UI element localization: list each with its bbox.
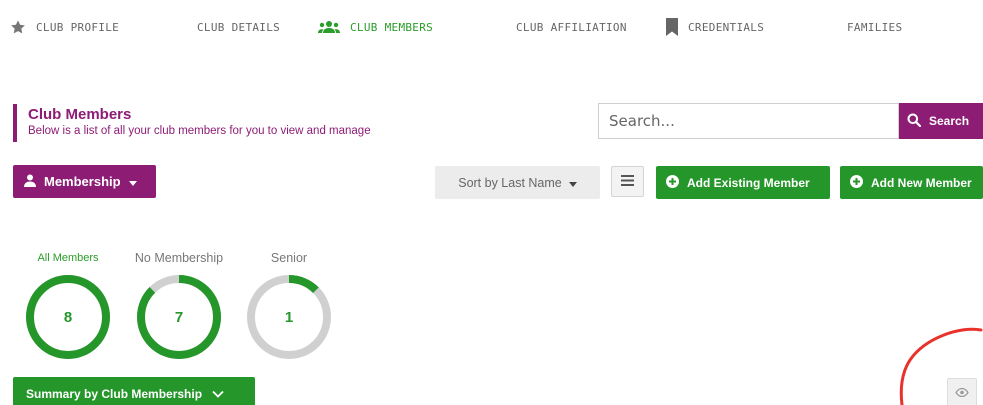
star-icon: [10, 19, 26, 35]
tab-club-profile[interactable]: CLUB PROFILE: [10, 18, 119, 36]
stat-no-membership[interactable]: No Membership 7: [129, 250, 229, 360]
list-view-button[interactable]: [611, 166, 644, 197]
page-subtitle: Below is a list of all your club members…: [28, 125, 371, 137]
stat-value: 7: [175, 309, 183, 326]
search-icon: [907, 113, 922, 130]
tab-credentials[interactable]: CREDENTIALS: [666, 18, 764, 36]
tab-families[interactable]: FAMILIES: [847, 18, 902, 36]
page-heading: Club Members Below is a list of all your…: [13, 104, 371, 142]
users-icon: [318, 20, 340, 34]
plus-circle-icon: [850, 174, 863, 191]
membership-label: Membership: [44, 174, 121, 189]
add-existing-member-button[interactable]: Add Existing Member: [656, 166, 830, 199]
stat-label: No Membership: [134, 251, 224, 265]
search-button[interactable]: Search: [899, 103, 983, 139]
membership-dropdown-button[interactable]: Membership: [13, 165, 156, 198]
chevron-down-icon: [212, 387, 224, 401]
caret-down-icon: [128, 174, 137, 189]
add-new-label: Add New Member: [871, 175, 972, 190]
tab-label: CLUB DETAILS: [197, 20, 281, 34]
user-icon: [24, 174, 36, 190]
caret-down-icon: [568, 176, 577, 190]
tab-label: CLUB AFFILIATION: [516, 20, 627, 34]
stat-ring: 1: [247, 275, 331, 359]
stat-ring: 7: [137, 275, 221, 359]
club-tabs-nav: CLUB PROFILE CLUB DETAILS CLUB MEMBERS C…: [0, 0, 983, 52]
list-icon: [621, 173, 634, 191]
stat-ring: 8: [26, 275, 110, 359]
stat-all-members[interactable]: All Members 8: [18, 250, 118, 360]
tab-label: CLUB PROFILE: [36, 20, 120, 34]
tab-club-details[interactable]: CLUB DETAILS: [197, 18, 280, 36]
stat-value: 8: [64, 309, 72, 326]
sort-label: Sort by Last Name: [458, 175, 562, 190]
sort-dropdown[interactable]: Sort by Last Name: [435, 166, 600, 199]
add-new-member-button[interactable]: Add New Member: [840, 166, 983, 199]
plus-circle-icon: [666, 174, 679, 191]
stat-senior[interactable]: Senior 1: [239, 250, 339, 360]
stat-value: 1: [285, 309, 293, 326]
annotation-circle-mark: [899, 327, 983, 405]
tab-label: FAMILIES: [847, 20, 903, 34]
search-button-label: Search: [929, 114, 970, 128]
stat-label: All Members: [37, 252, 99, 264]
summary-by-membership-button[interactable]: Summary by Club Membership: [13, 377, 255, 405]
bookmark-icon: [666, 18, 678, 36]
tab-label: CREDENTIALS: [688, 20, 765, 34]
search-input[interactable]: [598, 103, 899, 139]
tab-club-affiliation[interactable]: CLUB AFFILIATION: [516, 18, 627, 36]
add-existing-label: Add Existing Member: [687, 175, 810, 190]
summary-label: Summary by Club Membership: [26, 386, 203, 401]
tab-club-members[interactable]: CLUB MEMBERS: [318, 18, 433, 36]
page-title: Club Members: [28, 106, 132, 123]
stat-label: Senior: [270, 251, 308, 265]
tab-label: CLUB MEMBERS: [350, 20, 434, 34]
